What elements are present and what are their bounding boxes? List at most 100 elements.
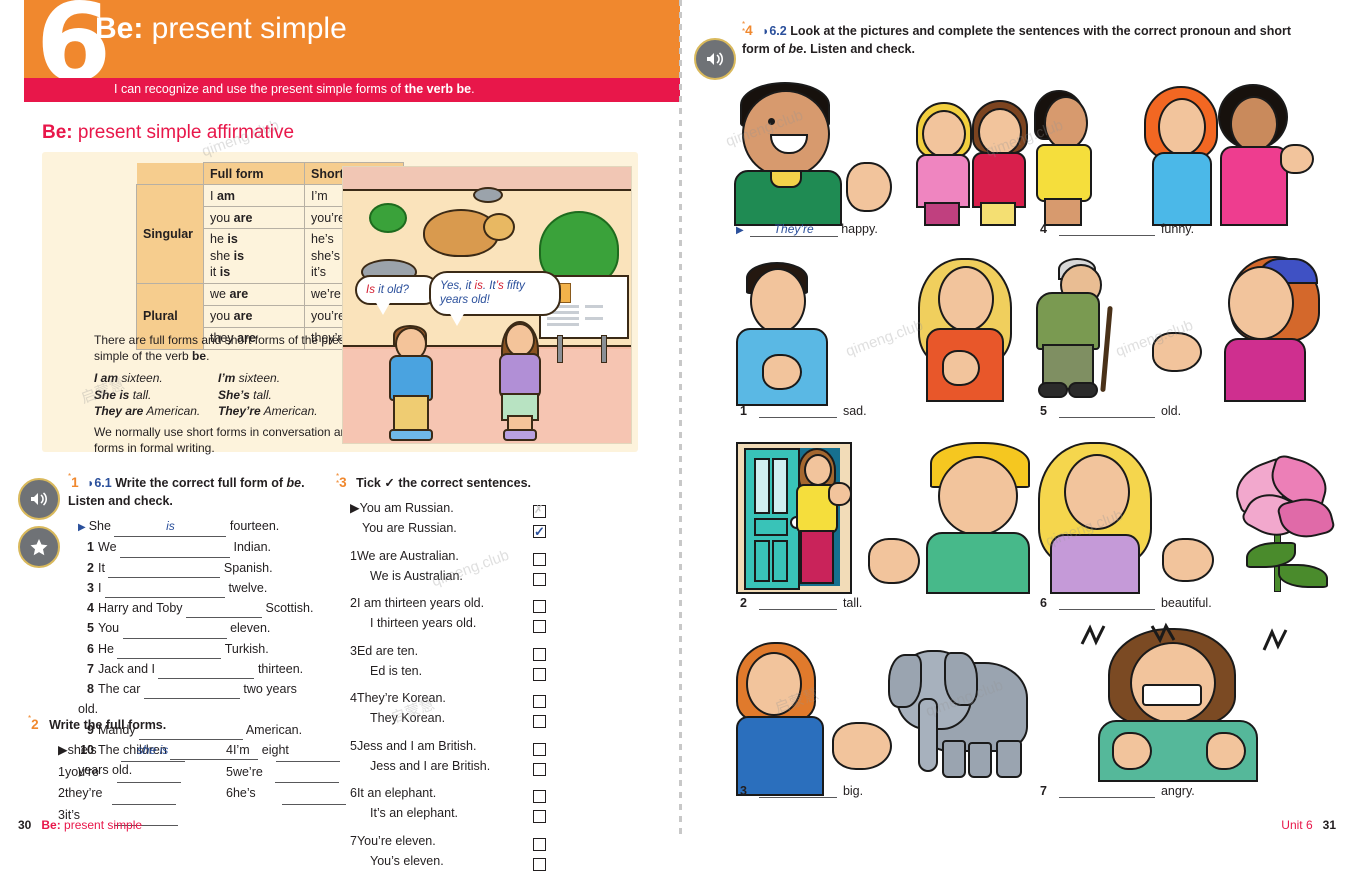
- clenched-hand: [1206, 732, 1246, 770]
- hand-on-chest: [762, 354, 802, 390]
- checkbox-b[interactable]: [533, 667, 546, 681]
- sign-text-line: [585, 305, 603, 308]
- grammar-note-1: There are full forms and short forms of …: [94, 332, 372, 364]
- answer-blank[interactable]: [122, 626, 227, 639]
- answer-blank[interactable]: [143, 686, 240, 700]
- audio-icon[interactable]: [694, 38, 736, 80]
- head: [750, 268, 806, 334]
- answer-blank[interactable]: [758, 405, 837, 418]
- answer-blank[interactable]: [158, 666, 255, 680]
- sentence-a: You am Russian.: [359, 501, 454, 515]
- answer-blank[interactable]: [104, 585, 225, 599]
- list-item: You’s eleven.: [350, 851, 546, 871]
- cell-full: you are: [203, 206, 305, 229]
- answer-word: beautiful.: [1160, 596, 1212, 610]
- cell-full: you are: [203, 304, 305, 328]
- star-glyph: [30, 539, 48, 556]
- list-item: 2they’re: [58, 783, 223, 805]
- star-icon[interactable]: [18, 526, 60, 568]
- item-number: 4: [350, 691, 357, 705]
- checkbox-b[interactable]: [533, 620, 546, 634]
- answer-blank[interactable]: [1058, 223, 1155, 236]
- exercise-2-heading: *2 Write the full forms.: [28, 715, 328, 734]
- answer-word: angry.: [1160, 784, 1195, 798]
- answer-blank[interactable]: [274, 770, 339, 783]
- head: [938, 266, 994, 332]
- figure-curly-girl-pink: [1214, 84, 1314, 226]
- answer-blank[interactable]: [108, 565, 221, 578]
- sentence-b: It’s an elephant.: [370, 806, 459, 821]
- answer-field[interactable]: is: [114, 517, 227, 538]
- checkbox-b[interactable]: [533, 857, 546, 871]
- answer-blank[interactable]: [117, 770, 181, 784]
- answer-word: tall.: [842, 596, 863, 610]
- list-item: We is Australian.: [350, 566, 546, 586]
- item-before: She: [88, 519, 111, 533]
- elephant-leg: [996, 740, 1022, 778]
- answer-word: happy.: [841, 222, 878, 236]
- example-arrow-icon: ▶: [58, 743, 68, 757]
- section-title: Be: present simple affirmative: [42, 122, 294, 144]
- legs: [980, 202, 1016, 226]
- sentence-b: They Korean.: [370, 711, 446, 726]
- checkbox-a[interactable]: [533, 695, 546, 709]
- answer-blank[interactable]: [112, 792, 177, 805]
- answer-blank[interactable]: [186, 605, 263, 619]
- item-number: 5: [1040, 404, 1047, 418]
- answer-blank[interactable]: [758, 597, 837, 610]
- exercise-2-instruction: Write the full forms.: [49, 718, 167, 732]
- answer-blank[interactable]: [1058, 405, 1155, 418]
- answer-blank[interactable]: [1058, 597, 1155, 610]
- illustration-turtle-scene: Is it old? Yes, it is. It’s fifty years …: [342, 166, 632, 444]
- item-prompt: I’m: [232, 743, 250, 757]
- answer-blank[interactable]: [120, 545, 231, 558]
- list-item: I thirteen years old.: [350, 613, 546, 634]
- checkbox-a[interactable]: [533, 600, 546, 614]
- instruction-italic: be: [788, 42, 804, 56]
- figure-brunette-girl-red: [970, 100, 1028, 226]
- example-short: She’s tall.: [218, 387, 272, 402]
- checkbox-b[interactable]: [533, 572, 546, 586]
- shoe: [1038, 382, 1068, 398]
- answer-word: funny.: [1160, 222, 1195, 236]
- figure-blond-boy-green: [922, 442, 1032, 594]
- answer-line: 4 funny.: [1040, 222, 1194, 236]
- checkbox-a[interactable]: [533, 647, 546, 661]
- checkbox-a[interactable]: [533, 502, 546, 520]
- checkbox-a[interactable]: [533, 552, 546, 566]
- checkbox-b[interactable]: [533, 715, 546, 729]
- figure-sad-boy: [736, 262, 832, 406]
- answer-field[interactable]: she is: [120, 740, 185, 762]
- answer-field[interactable]: They’re: [749, 222, 838, 237]
- item-number: 1: [740, 404, 747, 418]
- example-short: I’m sixteen.: [218, 371, 281, 385]
- audio-icon[interactable]: [18, 478, 60, 520]
- head: [938, 456, 1018, 536]
- checkbox-a[interactable]: [533, 742, 546, 756]
- checkbox-b[interactable]: [533, 762, 546, 776]
- checkbox-b[interactable]: [533, 521, 546, 543]
- girl-shoes: [503, 429, 537, 441]
- answer-blank[interactable]: [1058, 785, 1155, 798]
- example-arrow-icon: ▶: [736, 225, 744, 236]
- checkbox-a[interactable]: [533, 837, 546, 851]
- bubble2-pre: Yes, it: [440, 280, 475, 292]
- sentence-a: I am thirteen years old.: [356, 596, 485, 610]
- head: [804, 454, 832, 486]
- exercise-4-audio-icon-wrap: [694, 38, 736, 80]
- answer-blank[interactable]: [275, 749, 340, 762]
- bubble1-rest: it old?: [374, 284, 409, 296]
- checkbox-a[interactable]: [533, 790, 546, 804]
- exercise-number: 2: [31, 717, 39, 732]
- anger-marks-icon: [1080, 622, 1288, 651]
- answer-blank[interactable]: [758, 785, 837, 798]
- sentence-b: I thirteen years old.: [370, 616, 477, 631]
- item-number: 6: [350, 786, 357, 800]
- walking-cane: [1100, 305, 1113, 393]
- torso: [916, 154, 970, 208]
- item-number: 2: [350, 596, 357, 610]
- col-header-full-form: Full form: [203, 162, 305, 185]
- head: [746, 652, 802, 716]
- answer-blank[interactable]: [117, 646, 222, 659]
- checkbox-b[interactable]: [533, 810, 546, 824]
